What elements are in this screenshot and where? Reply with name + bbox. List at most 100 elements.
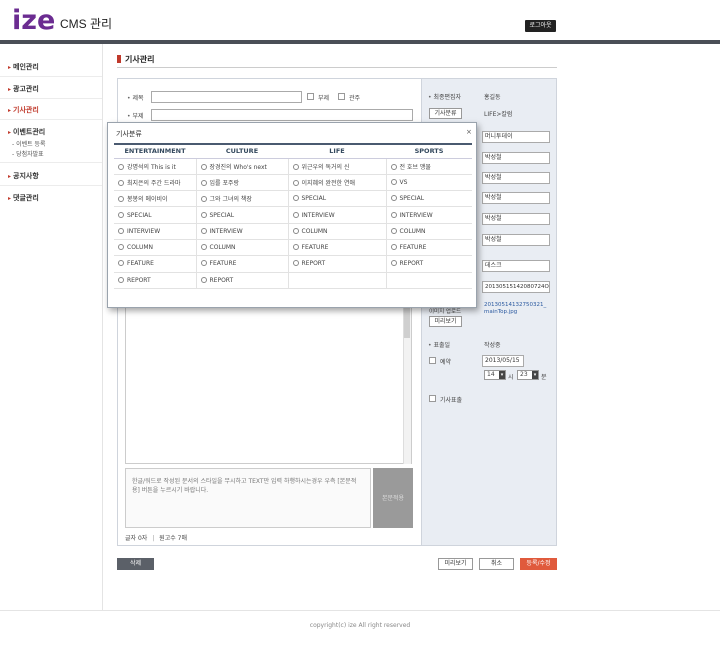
apply-body-button[interactable]: 본문적용 bbox=[373, 468, 413, 528]
category-option-entertainment[interactable]: 최지은의 주간 드라마 bbox=[114, 174, 197, 192]
radio-button[interactable] bbox=[200, 211, 207, 218]
category-option-entertainment[interactable]: 봉봉의 메이비이 bbox=[114, 190, 197, 208]
writer-field[interactable]: 박성철 bbox=[482, 234, 550, 246]
date-field[interactable]: 2013/05/15 bbox=[482, 355, 524, 367]
source-field[interactable]: 머니투데이 bbox=[482, 131, 550, 143]
radio-button[interactable] bbox=[390, 195, 397, 202]
article-id-field[interactable]: 20130515142080724O bbox=[482, 281, 550, 293]
preview-button[interactable]: 미리보기 bbox=[438, 558, 473, 570]
category-option-sports[interactable]: REPORT bbox=[386, 255, 472, 273]
submit-button[interactable]: 등록/수정 bbox=[520, 558, 557, 570]
radio-button[interactable] bbox=[118, 179, 124, 186]
radio-button[interactable] bbox=[118, 227, 124, 234]
radio-button[interactable] bbox=[292, 244, 299, 251]
category-option-life[interactable]: INTERVIEW bbox=[288, 206, 387, 224]
category-option-entertainment[interactable]: SPECIAL bbox=[114, 206, 197, 224]
image-file-link[interactable]: 20130514132750321_ mainTop.jpg bbox=[484, 302, 550, 316]
radio-button[interactable] bbox=[390, 227, 397, 234]
radio-button[interactable] bbox=[200, 196, 207, 203]
body-editor[interactable] bbox=[125, 292, 412, 464]
subtitle-input[interactable] bbox=[151, 109, 413, 121]
sidebar-item-main[interactable]: 메인관리 bbox=[8, 62, 39, 72]
category-option-culture[interactable]: INTERVIEW bbox=[196, 223, 289, 240]
desk-field[interactable]: 데스크 bbox=[482, 260, 550, 272]
radio-button[interactable] bbox=[118, 276, 124, 283]
radio-button[interactable] bbox=[292, 227, 299, 234]
radio-button[interactable] bbox=[118, 196, 124, 203]
comment-checkbox[interactable] bbox=[338, 93, 345, 100]
ize-logo[interactable]: ize bbox=[12, 6, 54, 34]
category-option-sports[interactable]: 전 호브 맹물 bbox=[386, 158, 472, 175]
category-option-entertainment[interactable]: 강명석의 This is it bbox=[114, 158, 197, 175]
category-option-life[interactable]: FEATURE bbox=[288, 239, 387, 257]
category-option-culture[interactable]: FEATURE bbox=[196, 255, 289, 273]
writer-field[interactable]: 박성철 bbox=[482, 213, 550, 225]
category-option-culture[interactable]: COLUMN bbox=[196, 239, 289, 257]
category-option-culture[interactable]: SPECIAL bbox=[196, 206, 289, 224]
radio-button[interactable] bbox=[118, 260, 124, 267]
radio-button[interactable] bbox=[118, 211, 124, 218]
sidebar-subitem-winners[interactable]: - 당첨자발표 bbox=[12, 149, 44, 158]
radio-button[interactable] bbox=[390, 260, 397, 267]
category-option-sports[interactable]: FEATURE bbox=[386, 239, 472, 257]
sidebar-item-events[interactable]: 이벤트관리 bbox=[8, 127, 45, 137]
category-button[interactable]: 기사분류 bbox=[429, 108, 462, 119]
radio-button[interactable] bbox=[118, 244, 124, 251]
category-option-label: VS bbox=[399, 178, 408, 186]
radio-button[interactable] bbox=[390, 178, 397, 185]
delete-button[interactable]: 삭제 bbox=[117, 558, 154, 570]
column-header-culture: CULTURE bbox=[196, 143, 288, 159]
radio-button[interactable] bbox=[292, 163, 299, 170]
image-preview-button[interactable]: 미리보기 bbox=[429, 316, 462, 327]
close-icon[interactable]: × bbox=[466, 128, 472, 136]
sidebar-item-comments[interactable]: 댓글관리 bbox=[8, 193, 39, 203]
hour-select[interactable]: 14 ▾ bbox=[484, 370, 506, 380]
writer-field[interactable]: 박성철 bbox=[482, 192, 550, 204]
logout-button[interactable]: 로그아웃 bbox=[525, 20, 556, 32]
radio-button[interactable] bbox=[200, 227, 207, 234]
category-option-life[interactable]: 이지혜의 완전한 연애 bbox=[288, 174, 387, 192]
category-option-culture[interactable]: 그와 그녀의 책장 bbox=[196, 190, 289, 208]
article-display-checkbox[interactable] bbox=[429, 395, 436, 402]
category-option-entertainment[interactable]: COLUMN bbox=[114, 239, 197, 257]
category-option-life[interactable]: REPORT bbox=[288, 255, 387, 273]
sidebar-subitem-event-register[interactable]: - 이벤트 등록 bbox=[12, 139, 46, 148]
writer-field[interactable]: 박성철 bbox=[482, 172, 550, 184]
category-option-life[interactable]: SPECIAL bbox=[288, 190, 387, 208]
radio-button[interactable] bbox=[292, 195, 299, 202]
reserve-checkbox[interactable] bbox=[429, 357, 436, 364]
radio-button[interactable] bbox=[292, 211, 299, 218]
category-option-sports[interactable]: SPECIAL bbox=[386, 190, 472, 208]
category-option-culture[interactable]: REPORT bbox=[196, 272, 289, 289]
radio-button[interactable] bbox=[292, 260, 299, 267]
radio-button[interactable] bbox=[200, 179, 207, 186]
radio-button[interactable] bbox=[390, 163, 397, 170]
category-option-life[interactable]: COLUMN bbox=[288, 223, 387, 240]
category-option-sports[interactable]: COLUMN bbox=[386, 223, 472, 240]
radio-button[interactable] bbox=[390, 211, 397, 218]
sidebar-item-articles[interactable]: 기사관리 bbox=[8, 105, 39, 115]
minute-select[interactable]: 23 ▾ bbox=[517, 370, 539, 380]
category-option-culture[interactable]: 임를 포주랑 bbox=[196, 174, 289, 192]
category-option-sports[interactable]: INTERVIEW bbox=[386, 206, 472, 224]
radio-button[interactable] bbox=[200, 276, 207, 283]
category-option-entertainment[interactable]: REPORT bbox=[114, 272, 197, 289]
radio-button[interactable] bbox=[200, 244, 207, 251]
cancel-button[interactable]: 취소 bbox=[479, 558, 514, 570]
radio-button[interactable] bbox=[118, 163, 124, 170]
sidebar-item-ads[interactable]: 광고관리 bbox=[8, 84, 39, 94]
category-option-sports[interactable]: VS bbox=[386, 174, 472, 192]
category-option-entertainment[interactable]: FEATURE bbox=[114, 255, 197, 273]
title-input[interactable] bbox=[151, 91, 302, 103]
category-option-life[interactable]: 위근우의 독거의 신 bbox=[288, 158, 387, 175]
radio-button[interactable] bbox=[292, 179, 299, 186]
radio-button[interactable] bbox=[200, 260, 207, 267]
category-option-entertainment[interactable]: INTERVIEW bbox=[114, 223, 197, 240]
writer-field[interactable]: 박성철 bbox=[482, 152, 550, 164]
subtitle-checkbox[interactable] bbox=[307, 93, 314, 100]
radio-button[interactable] bbox=[390, 244, 397, 251]
category-option-culture[interactable]: 장경진의 Who's next bbox=[196, 158, 289, 175]
sidebar-item-notice[interactable]: 공지사항 bbox=[8, 171, 39, 181]
plain-text-input[interactable]: 한글/워드로 작성된 문서의 스타일을 무시하고 TEXT만 입력 하행하시는경… bbox=[125, 468, 371, 528]
radio-button[interactable] bbox=[200, 163, 207, 170]
